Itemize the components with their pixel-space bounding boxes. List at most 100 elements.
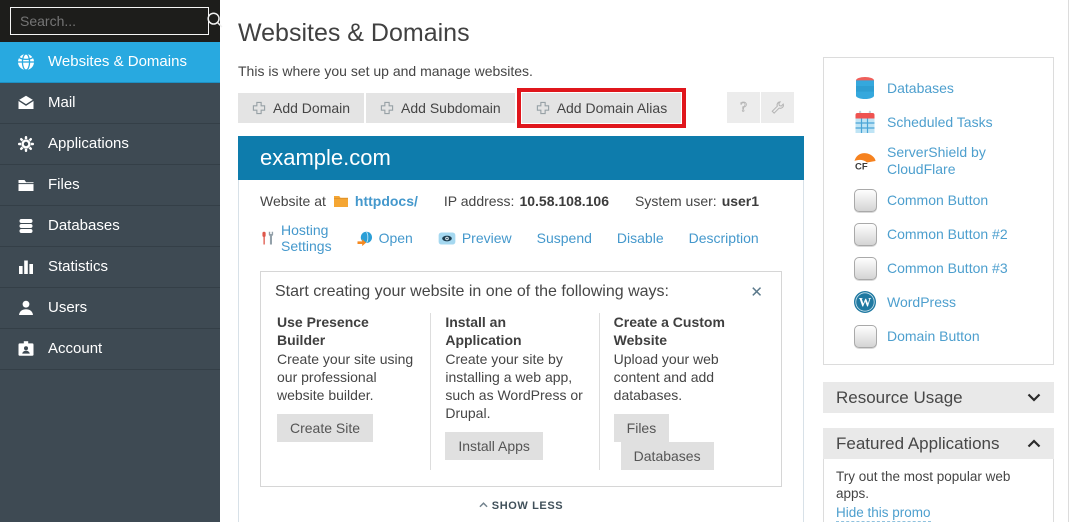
sidebar-item-account[interactable]: Account <box>0 329 220 370</box>
folder-icon <box>16 175 36 195</box>
disable-label: Disable <box>617 230 664 246</box>
featured-applications-header[interactable]: Featured Applications <box>823 428 1054 459</box>
suspend-label: Suspend <box>537 230 592 246</box>
main-content: Websites & Domains This is where you set… <box>238 0 804 522</box>
description-link[interactable]: Description <box>689 230 759 246</box>
show-less-toggle[interactable]: SHOW LESS <box>260 500 782 512</box>
description-label: Description <box>689 230 759 246</box>
blank-button-icon <box>853 324 877 348</box>
sidebar-item-label: Databases <box>48 206 120 246</box>
featured-promo-text: Try out the most popular web apps. <box>836 468 1041 502</box>
promo-col-install-app: Install an Application Create your site … <box>430 313 598 470</box>
svg-text:CF: CF <box>855 162 868 173</box>
blank-button-icon <box>853 256 877 280</box>
sidebar-item-label: Account <box>48 329 102 369</box>
shortcut-scheduled-tasks[interactable]: Scheduled Tasks <box>853 110 1045 134</box>
suspend-link[interactable]: Suspend <box>537 230 592 246</box>
sidebar-item-applications[interactable]: Applications <box>0 124 220 165</box>
plus-icon <box>380 101 394 115</box>
chevron-up-icon <box>479 502 488 508</box>
sidebar: Websites & Domains Mail Applications Fil… <box>0 0 220 522</box>
shortcut-common-button[interactable]: Common Button <box>853 188 1045 212</box>
shortcut-label: WordPress <box>887 294 956 311</box>
install-apps-button[interactable]: Install Apps <box>445 432 543 460</box>
add-domain-alias-button[interactable]: Add Domain Alias <box>522 93 682 123</box>
system-user-value: user1 <box>722 193 759 209</box>
hosting-settings-link[interactable]: Hosting Settings <box>260 222 332 254</box>
svg-text:W: W <box>859 296 872 310</box>
promo-col-heading: Use Presence Builder <box>277 313 416 349</box>
sidebar-item-websites-domains[interactable]: Websites & Domains <box>0 42 220 83</box>
domain-card-header: example.com <box>238 136 804 180</box>
hosting-settings-label: Hosting Settings <box>281 222 332 254</box>
search-icon[interactable] <box>205 10 227 32</box>
shortcut-wordpress[interactable]: W WordPress <box>853 290 1045 314</box>
database-stack-icon <box>853 76 877 100</box>
sidebar-item-label: Statistics <box>48 247 108 287</box>
globe-icon <box>16 52 36 72</box>
promo-col-text: Create your site using our professional … <box>277 350 416 404</box>
sidebar-item-users[interactable]: Users <box>0 288 220 329</box>
docroot-link[interactable]: httpdocs/ <box>355 193 418 209</box>
wordpress-icon: W <box>853 290 877 314</box>
shortcut-label: Common Button <box>887 192 988 209</box>
sidebar-item-label: Files <box>48 165 80 205</box>
show-less-label: SHOW LESS <box>492 500 563 512</box>
shortcut-domain-button[interactable]: Domain Button <box>853 324 1045 348</box>
open-label: Open <box>379 230 413 246</box>
chevron-up-icon <box>1027 439 1041 448</box>
add-subdomain-button[interactable]: Add Subdomain <box>366 93 515 123</box>
page-right-divider <box>1068 0 1069 522</box>
plus-icon <box>536 101 550 115</box>
preview-label: Preview <box>462 230 512 246</box>
mail-icon <box>16 93 36 113</box>
shortcut-label: ServerShield by CloudFlare <box>887 144 1037 178</box>
promo-col-presence-builder: Use Presence Builder Create your site us… <box>275 313 430 470</box>
shortcut-common-button-3[interactable]: Common Button #3 <box>853 256 1045 280</box>
preview-link[interactable]: Preview <box>438 230 512 246</box>
sidebar-item-databases[interactable]: Databases <box>0 206 220 247</box>
files-button[interactable]: Files <box>614 414 670 442</box>
databases-button[interactable]: Databases <box>621 442 714 470</box>
sidebar-item-mail[interactable]: Mail <box>0 83 220 124</box>
calendar-icon <box>853 110 877 134</box>
add-domain-button[interactable]: Add Domain <box>238 93 364 123</box>
website-at-label: Website at <box>260 193 326 209</box>
open-link[interactable]: Open <box>357 230 413 246</box>
close-icon[interactable]: ✕ <box>746 283 767 302</box>
domain-card: example.com Website at httpdocs/ IP addr… <box>238 136 804 522</box>
sidebar-item-label: Users <box>48 288 87 328</box>
shortcut-label: Common Button #2 <box>887 226 1008 243</box>
system-user-label: System user: <box>635 193 717 209</box>
shortcut-label: Domain Button <box>887 328 980 345</box>
resource-usage-title: Resource Usage <box>836 388 963 408</box>
getting-started-title: Start creating your website in one of th… <box>275 283 669 301</box>
annotation-highlight-box: Add Domain Alias <box>517 88 687 128</box>
shortcut-label: Scheduled Tasks <box>887 114 993 131</box>
ip-value: 10.58.108.106 <box>519 193 609 209</box>
chevron-down-icon <box>1027 393 1041 402</box>
search-box <box>10 7 209 35</box>
create-site-button[interactable]: Create Site <box>277 414 373 442</box>
shortcut-databases[interactable]: Databases <box>853 76 1045 100</box>
gear-icon <box>16 134 36 154</box>
sidebar-item-label: Applications <box>48 124 129 164</box>
help-button[interactable]: ? <box>727 92 760 123</box>
add-domain-alias-label: Add Domain Alias <box>557 100 668 116</box>
settings-wrench-button[interactable] <box>761 92 794 123</box>
add-domain-label: Add Domain <box>273 100 350 116</box>
domain-info-row: Website at httpdocs/ IP address: 10.58.1… <box>260 193 782 209</box>
hide-promo-link[interactable]: Hide this promo <box>836 505 931 522</box>
database-icon <box>16 216 36 236</box>
search-input[interactable] <box>11 13 205 29</box>
sidebar-item-files[interactable]: Files <box>0 165 220 206</box>
cloudflare-icon: CF <box>853 149 877 173</box>
disable-link[interactable]: Disable <box>617 230 664 246</box>
shortcut-servershield[interactable]: CF ServerShield by CloudFlare <box>853 144 1045 178</box>
promo-col-custom-website: Create a Custom Website Upload your web … <box>599 313 767 470</box>
resource-usage-header[interactable]: Resource Usage <box>823 382 1054 413</box>
featured-applications-body: Try out the most popular web apps. Hide … <box>823 459 1054 522</box>
sidebar-item-statistics[interactable]: Statistics <box>0 247 220 288</box>
sidebar-nav: Websites & Domains Mail Applications Fil… <box>0 42 220 370</box>
shortcut-common-button-2[interactable]: Common Button #2 <box>853 222 1045 246</box>
